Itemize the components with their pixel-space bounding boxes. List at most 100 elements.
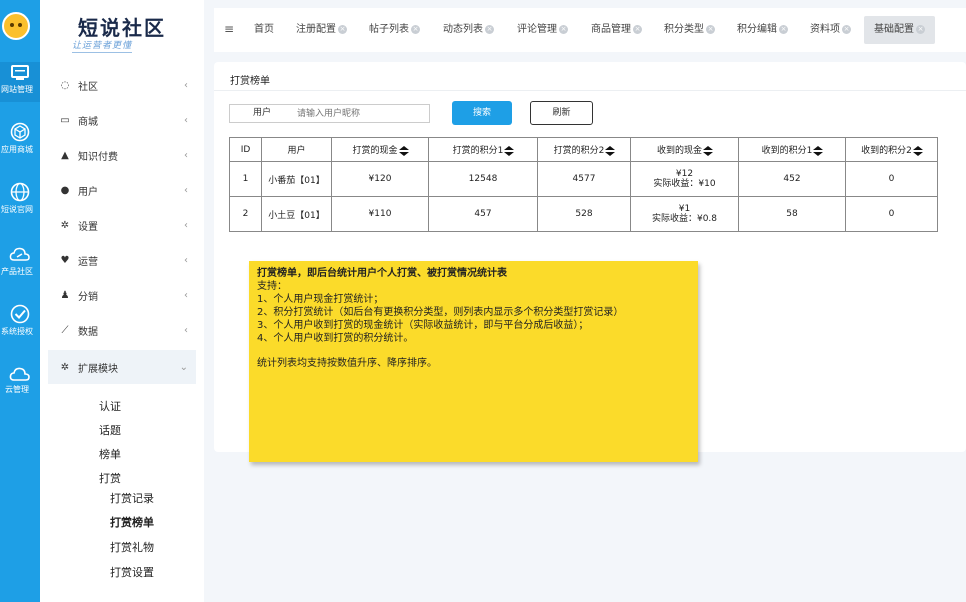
tab-goods-admin[interactable]: 商品管理 × <box>591 16 642 44</box>
submenu-item-tip-gifts[interactable]: 打赏礼物 <box>110 539 154 555</box>
gear-icon: ✲ <box>60 361 70 373</box>
close-icon[interactable]: × <box>706 24 715 34</box>
menu-toggle-icon[interactable]: ≡ <box>224 22 234 36</box>
sidebar-item-label: 运营 <box>78 256 98 268</box>
cell-received-cash: ¥12 实际收益：¥10 <box>630 161 739 197</box>
submenu-item-topics[interactable]: 话题 <box>99 422 121 438</box>
filter-label: 用户 <box>229 104 295 123</box>
tip-ranking-table: ID 用户 打赏的现金 打赏的积分1 打赏的积分2 收到的现金 收到的积分1 收… <box>229 137 938 232</box>
tab-points-type[interactable]: 积分类型 × <box>664 16 715 44</box>
chevron-left-icon: ‹ <box>184 324 188 336</box>
brand-slogan: 让运营者更懂 <box>72 38 133 53</box>
chevron-left-icon: ‹ <box>184 149 188 161</box>
note-footer: 统计列表均支持按数值升序、降序排序。 <box>257 358 437 369</box>
column-header-tip-cash[interactable]: 打赏的现金 <box>331 137 429 162</box>
rail-label: 网站管理 <box>1 85 33 94</box>
sort-icon[interactable] <box>912 145 923 156</box>
close-icon[interactable]: × <box>485 24 494 34</box>
sidebar-item-paid-knowledge[interactable]: ▲ 知识付费 ‹ <box>48 140 196 170</box>
tab-feed-list[interactable]: 动态列表 × <box>443 16 494 44</box>
sidebar-item-data[interactable]: ⟋ 数据 ‹ <box>48 315 196 345</box>
tab-basic-config[interactable]: 基础配置 × <box>864 16 935 44</box>
cell-tip-points-2: 528 <box>537 196 631 232</box>
cell-received-points-1: 58 <box>738 196 846 232</box>
cell-user: 小土豆【01】 <box>261 196 332 232</box>
column-header-received-points-2[interactable]: 收到的积分2 <box>845 137 938 162</box>
tab-comment-admin[interactable]: 评论管理 × <box>517 16 568 44</box>
refresh-button[interactable]: 刷新 <box>530 101 593 125</box>
submenu-item-tip-settings[interactable]: 打赏设置 <box>110 564 154 580</box>
close-icon[interactable]: × <box>559 24 568 34</box>
rail-item-cloud-admin[interactable]: 云管理 <box>0 366 40 395</box>
note-line: 2、积分打赏统计（如后台有更换积分类型，则列表内显示多个积分类型打赏记录） <box>257 307 624 318</box>
sidebar-item-operations[interactable]: ♥ 运营 ‹ <box>48 245 196 275</box>
tab-label: 评论管理 <box>517 24 557 35</box>
received-cash-value: ¥1 <box>678 204 691 214</box>
cloud-icon <box>9 367 30 381</box>
submenu-item-rankings[interactable]: 榜单 <box>99 446 121 462</box>
sidebar-item-extensions[interactable]: ✲ 扩展模块 ⌄ <box>48 350 196 384</box>
tab-label: 商品管理 <box>591 24 631 35</box>
sidebar-item-mall[interactable]: ▭ 商城 ‹ <box>48 105 196 135</box>
column-header-received-cash[interactable]: 收到的现金 <box>630 137 739 162</box>
sidebar-item-label: 设置 <box>78 221 98 233</box>
sort-icon[interactable] <box>605 145 616 156</box>
column-header-tip-points-2[interactable]: 打赏的积分2 <box>537 137 631 162</box>
rail-item-product-community[interactable]: 产品社区 <box>0 246 40 277</box>
rail-item-app-store[interactable]: 应用商城 <box>0 122 40 155</box>
rail-label: 短说官网 <box>1 205 33 214</box>
sort-icon[interactable] <box>703 145 713 156</box>
submenu-item-tip-ranking[interactable]: 打赏榜单 <box>110 514 154 530</box>
sort-icon[interactable] <box>813 145 824 156</box>
cell-tip-cash: ¥110 <box>331 196 429 232</box>
sidebar-item-settings[interactable]: ✲ 设置 ‹ <box>48 210 196 240</box>
sidebar-item-label: 社区 <box>78 81 98 93</box>
close-icon[interactable]: × <box>411 24 420 34</box>
tab-register-config[interactable]: 注册配置 × <box>296 16 347 44</box>
column-header-received-points-1[interactable]: 收到的积分1 <box>738 137 846 162</box>
chevron-left-icon: ‹ <box>184 289 188 301</box>
close-icon[interactable]: × <box>916 24 925 34</box>
close-icon[interactable]: × <box>779 24 788 34</box>
search-button[interactable]: 搜索 <box>452 101 512 125</box>
tab-home[interactable]: 首页 <box>254 16 274 44</box>
close-icon[interactable]: × <box>842 24 851 34</box>
received-net-value: 实际收益：¥0.8 <box>651 214 718 224</box>
tab-profile-fields[interactable]: 资料项 × <box>810 16 851 44</box>
cell-tip-points-1: 12548 <box>428 161 538 197</box>
note-spacer <box>257 345 690 357</box>
search-input[interactable] <box>294 104 430 123</box>
sidebar-item-label: 用户 <box>78 186 98 198</box>
sort-icon[interactable] <box>504 145 515 156</box>
tab-points-edit[interactable]: 积分编辑 × <box>737 16 788 44</box>
cell-received-cash: ¥1 实际收益：¥0.8 <box>630 196 739 232</box>
rail-item-site-admin[interactable]: 网站管理 <box>0 62 40 102</box>
cube-icon <box>10 122 30 142</box>
sidebar-item-users[interactable]: ● 用户 ‹ <box>48 175 196 205</box>
avatar[interactable] <box>2 12 30 40</box>
rail-item-system-license[interactable]: 系统授权 <box>0 304 40 337</box>
sidebar-item-community[interactable]: ◌ 社区 ‹ <box>48 70 196 100</box>
sort-icon[interactable] <box>398 145 409 156</box>
sidebar-item-label: 扩展模块 <box>78 363 118 375</box>
tab-label: 首页 <box>254 24 274 35</box>
sidebar: 短说社区 让运营者更懂 ◌ 社区 ‹ ▭ 商城 ‹ ▲ 知识付费 ‹ ● 用户 ‹ ✲ 设置 ‹ ♥… <box>40 0 204 602</box>
tab-post-list[interactable]: 帖子列表 × <box>369 16 420 44</box>
cell-received-points-1: 452 <box>738 161 846 197</box>
sidebar-item-label: 知识付费 <box>78 151 118 163</box>
sidebar-item-distribution[interactable]: ♟ 分销 ‹ <box>48 280 196 310</box>
app-rail: 网站管理 应用商城 短说官网 产品社区 系统授权 云管理 <box>0 0 40 602</box>
sidebar-item-label: 数据 <box>78 326 98 338</box>
submenu-item-verification[interactable]: 认证 <box>99 398 121 414</box>
sidebar-item-label: 分销 <box>78 291 98 303</box>
rail-label: 应用商城 <box>1 145 33 154</box>
submenu-item-tip-records[interactable]: 打赏记录 <box>110 490 154 506</box>
rail-item-official-site[interactable]: 短说官网 <box>0 182 40 215</box>
tab-label: 动态列表 <box>443 24 483 35</box>
close-icon[interactable]: × <box>633 24 642 34</box>
column-label: 用户 <box>287 146 306 156</box>
close-icon[interactable]: × <box>338 24 347 34</box>
column-header-tip-points-1[interactable]: 打赏的积分1 <box>428 137 538 162</box>
chart-icon: ⟋ <box>61 324 69 336</box>
submenu-item-tipping[interactable]: 打赏 <box>99 470 121 486</box>
